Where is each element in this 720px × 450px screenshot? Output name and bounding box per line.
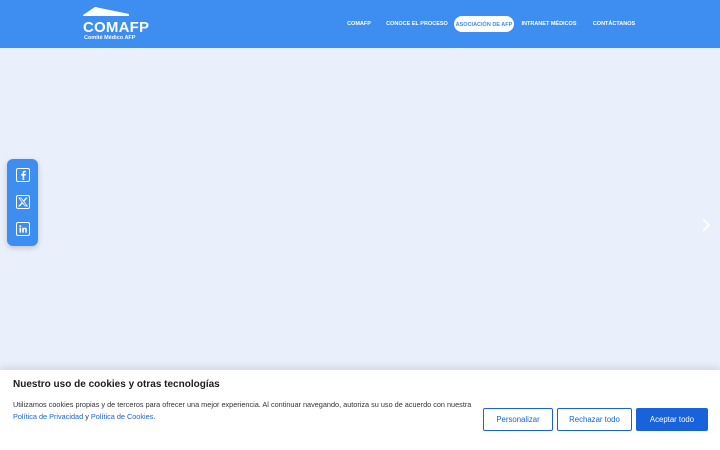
customize-cookies-button[interactable]: Personalizar <box>483 408 553 431</box>
cookie-policy-link[interactable]: Política de Cookies <box>91 412 153 421</box>
privacy-policy-link[interactable]: Política de Privacidad <box>13 412 83 421</box>
x-twitter-icon <box>18 197 28 207</box>
accept-all-cookies-button[interactable]: Aceptar todo <box>636 408 708 431</box>
reject-all-cookies-button[interactable]: Rechazar todo <box>557 408 632 431</box>
facebook-share-button[interactable] <box>16 168 30 182</box>
hero-slider <box>0 48 720 370</box>
chevron-right-icon[interactable] <box>700 218 712 232</box>
cookie-banner-text: Utilizamos cookies propias y de terceros… <box>13 399 483 423</box>
cookie-conjunction: y <box>83 412 91 421</box>
main-nav: COMAFP CONOCE EL PROCESO ASOCIACIÓN DE A… <box>0 16 720 32</box>
logo-subtitle: Comité Médico AFP <box>84 35 136 41</box>
nav-item-comafp[interactable]: COMAFP <box>344 16 374 32</box>
nav-item-intranet-medicos[interactable]: INTRANET MÉDICOS <box>520 16 578 32</box>
linkedin-icon <box>19 225 27 233</box>
site-header: COMAFP Comité Médico AFP COMAFP CONOCE E… <box>0 0 720 48</box>
nav-item-conoce-el-proceso[interactable]: CONOCE EL PROCESO <box>386 16 448 32</box>
linkedin-share-button[interactable] <box>16 222 30 236</box>
cookie-period: . <box>153 412 156 421</box>
x-share-button[interactable] <box>16 195 30 209</box>
facebook-icon <box>21 170 26 180</box>
cookie-description: Utilizamos cookies propias y de terceros… <box>13 400 472 409</box>
nav-item-contactanos[interactable]: CONTÁCTANOS <box>590 16 638 32</box>
nav-item-asociacion-de-afp[interactable]: ASOCIACIÓN DE AFP <box>454 16 514 32</box>
social-share-bar <box>7 159 38 246</box>
cookie-banner-title: Nuestro uso de cookies y otras tecnologí… <box>13 379 220 390</box>
